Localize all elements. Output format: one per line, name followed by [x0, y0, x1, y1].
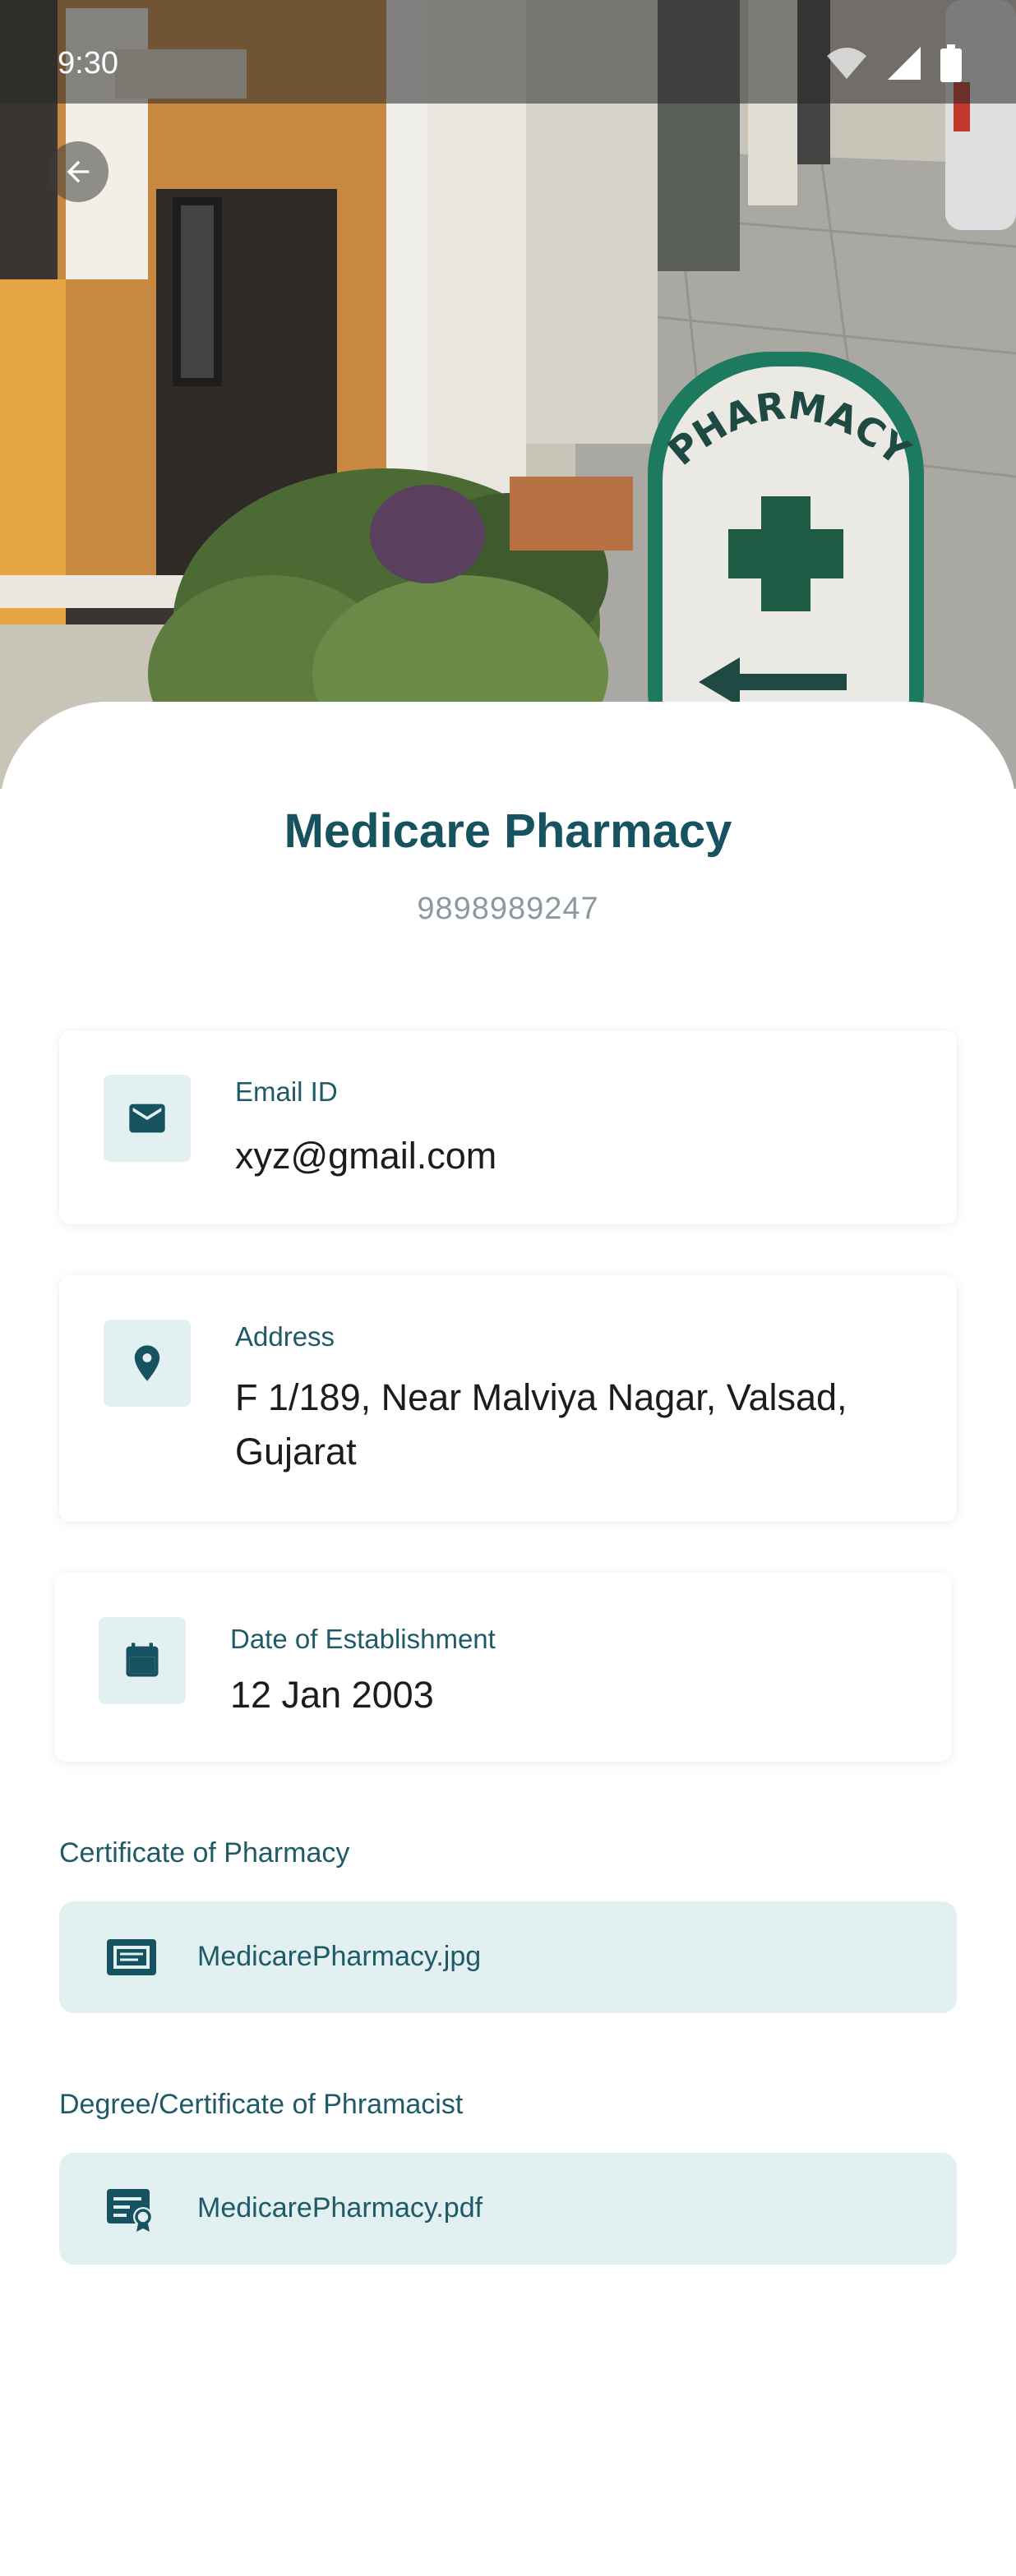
- storefront-scene: PHARMACY: [0, 0, 1016, 789]
- signal-icon: [888, 47, 921, 80]
- pharmacy-name: Medicare Pharmacy: [284, 804, 732, 858]
- pharmacist-degree-label: Degree/Certificate of Phramacist: [59, 2089, 464, 2120]
- address-icon-box: [104, 1320, 191, 1407]
- email-value: xyz@gmail.com: [235, 1135, 497, 1177]
- pharmacy-storefront-photo: PHARMACY 9:30: [0, 0, 1016, 789]
- pharmacist-degree-file[interactable]: MedicarePharmacy.pdf: [59, 2153, 957, 2265]
- battery-icon: [940, 44, 962, 82]
- pharmacist-degree-filename: MedicarePharmacy.pdf: [197, 2192, 483, 2223]
- back-button[interactable]: [48, 141, 109, 202]
- location-pin-icon: [134, 1345, 160, 1381]
- status-time: 9:30: [58, 46, 118, 81]
- establishment-card: Date of Establishment 12 Jan 2003: [54, 1573, 952, 1762]
- pharmacy-certificate-filename: MedicarePharmacy.jpg: [197, 1941, 482, 1972]
- email-icon-box: [104, 1075, 191, 1162]
- establishment-value: 12 Jan 2003: [230, 1674, 434, 1716]
- email-label: Email ID: [235, 1076, 338, 1107]
- certificate-icon: [107, 2189, 153, 2232]
- pharmacy-certificate-file[interactable]: MedicarePharmacy.jpg: [59, 1901, 957, 2013]
- email-card: Email ID xyz@gmail.com: [59, 1030, 957, 1224]
- address-value: F 1/189, Near Malviya Nagar, Valsad, Guj…: [235, 1371, 926, 1479]
- address-line-1: F 1/189, Near Malviya Nagar, Valsad,: [235, 1376, 847, 1418]
- status-bar: 9:30: [0, 0, 1016, 104]
- address-card: Address F 1/189, Near Malviya Nagar, Val…: [59, 1275, 957, 1522]
- pharmacy-phone: 9898989247: [417, 892, 599, 926]
- calendar-icon-box: [99, 1617, 186, 1704]
- wifi-icon: [827, 48, 866, 79]
- pharmacy-certificate-label: Certificate of Pharmacy: [59, 1837, 350, 1869]
- arrow-left-icon: [67, 160, 90, 183]
- calendar-icon: [126, 1643, 159, 1677]
- image-file-icon: [107, 1939, 156, 1975]
- establishment-label: Date of Establishment: [230, 1624, 496, 1654]
- address-label: Address: [235, 1321, 335, 1352]
- address-line-2: Gujarat: [235, 1431, 357, 1472]
- status-icons: [825, 44, 962, 82]
- mail-icon: [129, 1104, 165, 1133]
